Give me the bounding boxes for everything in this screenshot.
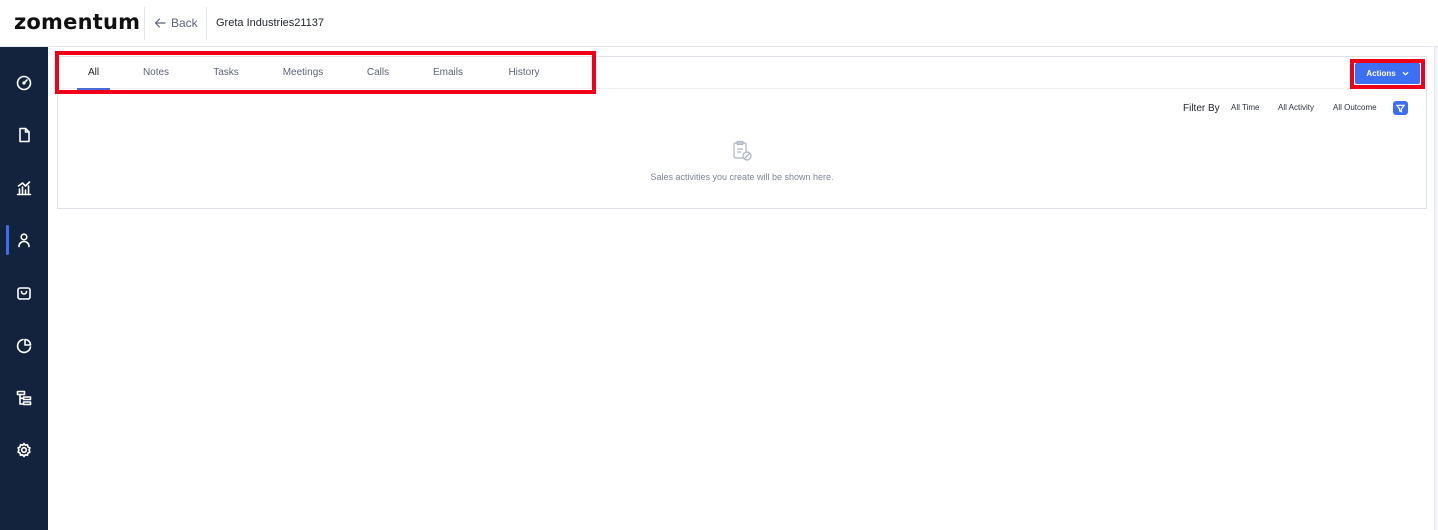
- document-icon: [19, 127, 30, 143]
- settings-gear-icon: [17, 442, 31, 458]
- activities-panel: All Notes Tasks Meetings Calls Emails Hi…: [57, 56, 1427, 209]
- back-button[interactable]: Back: [154, 16, 198, 30]
- chevron-down-icon: [1402, 71, 1409, 76]
- actions-label: Actions: [1366, 69, 1396, 78]
- filter-button[interactable]: [1393, 101, 1408, 115]
- back-label: Back: [171, 16, 198, 30]
- filter-by-label: Filter By: [1183, 103, 1220, 114]
- activity-tabs: All Notes Tasks Meetings Calls Emails Hi…: [58, 57, 1426, 90]
- arrow-left-icon: [154, 18, 166, 28]
- sidebar-item-dashboard[interactable]: [0, 63, 48, 103]
- tab-notes[interactable]: Notes: [138, 57, 174, 89]
- filter-activity-select[interactable]: All Activity: [1278, 103, 1314, 112]
- tab-tasks[interactable]: Tasks: [208, 57, 244, 89]
- filter-funnel-icon: [1396, 104, 1405, 113]
- sidebar-nav: [0, 47, 48, 530]
- breadcrumb-account-name: Greta Industries21137: [216, 17, 325, 29]
- tab-emails[interactable]: Emails: [428, 57, 468, 89]
- hierarchy-icon: [16, 390, 32, 406]
- analytics-icon: [16, 181, 32, 196]
- sidebar-item-workflows[interactable]: [0, 378, 48, 418]
- top-bar: zomentum Back Greta Industries21137: [0, 0, 1438, 47]
- actions-button[interactable]: Actions: [1355, 63, 1420, 84]
- header-divider: [206, 7, 207, 40]
- clipboard-empty-icon: [731, 140, 753, 162]
- sidebar-item-reports[interactable]: [0, 326, 48, 366]
- user-icon: [18, 233, 30, 248]
- dashboard-gauge-icon: [16, 75, 32, 91]
- filter-time-select[interactable]: All Time: [1231, 103, 1259, 112]
- sidebar-item-settings[interactable]: [0, 430, 48, 470]
- tab-meetings[interactable]: Meetings: [278, 57, 328, 89]
- sidebar-item-marketplace[interactable]: [0, 273, 48, 313]
- header-divider: [144, 7, 145, 40]
- tab-calls[interactable]: Calls: [361, 57, 395, 89]
- page-scrollbar[interactable]: [1434, 47, 1438, 530]
- shopping-bag-icon: [17, 287, 31, 300]
- sidebar-item-documents[interactable]: [0, 115, 48, 155]
- zomentum-logo[interactable]: zomentum: [14, 10, 140, 34]
- filter-outcome-select[interactable]: All Outcome: [1333, 103, 1377, 112]
- sidebar-item-contacts[interactable]: [0, 220, 48, 260]
- pie-chart-icon: [16, 338, 32, 354]
- tab-history[interactable]: History: [503, 57, 545, 89]
- tab-all[interactable]: All: [77, 57, 110, 90]
- empty-state-message: Sales activities you create will be show…: [650, 172, 834, 182]
